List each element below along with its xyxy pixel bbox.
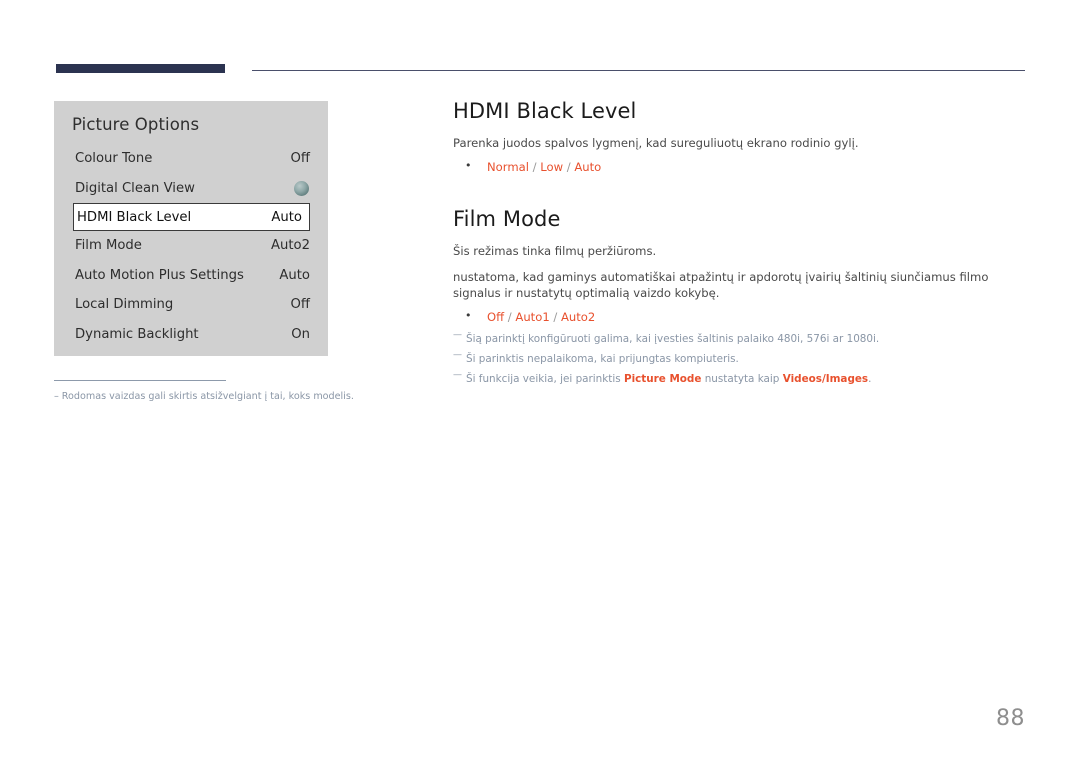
menu-row-label: Dynamic Backlight [75, 326, 199, 342]
note-item: Ši parinktis nepalaikoma, kai prijungtas… [453, 349, 1025, 368]
option-separator: / [563, 159, 575, 174]
menu-row-value: Off [290, 297, 310, 313]
footnote-divider [54, 380, 226, 381]
menu-row-auto-motion-plus-settings[interactable]: Auto Motion Plus Settings Auto [54, 261, 328, 291]
footnote-text: – Rodomas vaizdas gali skirtis atsižvelgi… [54, 391, 384, 403]
note-text: Šią parinktį konfigūruoti galima, kai įv… [466, 333, 880, 346]
panel-footnote: – Rodomas vaizdas gali skirtis atsižvelgi… [54, 380, 384, 403]
section-heading-hdmi-black-level: HDMI Black Level [453, 99, 637, 123]
option-separator: / [504, 309, 516, 324]
footnote-dash: – [54, 391, 59, 402]
option-value: Normal [487, 159, 529, 174]
note-item: Šią parinktį konfigūruoti galima, kai įv… [453, 329, 1025, 348]
section2-description-2: nustatoma, kad gaminys automatiškai atpa… [453, 269, 989, 301]
option-list-item: Off / Auto1 / Auto2 [465, 308, 1025, 326]
header-accent-bar [56, 64, 225, 73]
note-text: Ši funkcija veikia, jei parinktis [466, 372, 624, 385]
option-separator: / [549, 309, 561, 324]
note-text: . [868, 372, 872, 385]
section2-note-list: Šią parinktį konfigūruoti galima, kai įv… [453, 329, 1025, 388]
menu-row-film-mode[interactable]: Film Mode Auto2 [54, 231, 328, 261]
menu-row-label: Digital Clean View [75, 180, 195, 196]
menu-row-digital-clean-view[interactable]: Digital Clean View [54, 174, 328, 204]
menu-row-value: Auto [271, 209, 302, 225]
section1-option-list: Normal / Low / Auto [453, 158, 1025, 176]
menu-row-value: Off [290, 151, 310, 167]
menu-row-label: Local Dimming [75, 297, 174, 313]
section-heading-film-mode: Film Mode [453, 207, 561, 232]
option-value: Auto2 [560, 309, 596, 324]
note-text: nustatyta kaip [701, 372, 783, 385]
menu-row-label: Auto Motion Plus Settings [75, 267, 244, 283]
note-highlight: Picture Mode [623, 372, 702, 385]
option-value: Auto [574, 159, 602, 174]
header-rule [56, 64, 1025, 75]
menu-row-colour-tone[interactable]: Colour Tone Off [54, 144, 328, 174]
header-thin-rule [252, 70, 1025, 71]
note-text: Ši parinktis nepalaikoma, kai prijungtas… [466, 352, 739, 365]
option-list-item: Normal / Low / Auto [465, 158, 1025, 176]
page-number: 88 [996, 706, 1025, 731]
menu-row-value: On [291, 326, 310, 342]
content-column: HDMI Black Level Parenka juodos spalvos … [453, 98, 1025, 388]
menu-row-dynamic-backlight[interactable]: Dynamic Backlight On [54, 320, 328, 350]
menu-row-label: Film Mode [75, 238, 142, 254]
picture-options-panel: Picture Options Colour Tone Off Digital … [54, 101, 328, 356]
footnote-body: Rodomas vaizdas gali skirtis atsižvelgia… [61, 391, 354, 402]
status-dot-icon [294, 180, 309, 196]
note-item: Ši funkcija veikia, jei parinktis Pictur… [453, 369, 1025, 388]
section1-description: Parenka juodos spalvos lygmenį, kad sure… [453, 136, 859, 151]
menu-row-label: HDMI Black Level [77, 209, 192, 225]
section2-description-1: Šis režimas tinka filmų peržiūroms. [453, 244, 657, 259]
option-separator: / [528, 159, 541, 174]
option-value: Off [487, 309, 505, 324]
section2-option-list: Off / Auto1 / Auto2 [453, 308, 1025, 326]
menu-row-value: Auto2 [270, 238, 310, 254]
option-value: Auto1 [515, 309, 550, 324]
menu-row-value: Auto [279, 267, 310, 283]
menu-row-local-dimming[interactable]: Local Dimming Off [54, 290, 328, 320]
menu-row-hdmi-black-level[interactable]: HDMI Black Level Auto [73, 203, 310, 231]
panel-row-list: Colour Tone Off Digital Clean View HDMI … [54, 144, 328, 349]
option-value: Low [540, 159, 564, 174]
menu-row-label: Colour Tone [75, 151, 153, 167]
panel-title: Picture Options [72, 115, 200, 134]
note-highlight: Videos/Images [782, 372, 869, 385]
